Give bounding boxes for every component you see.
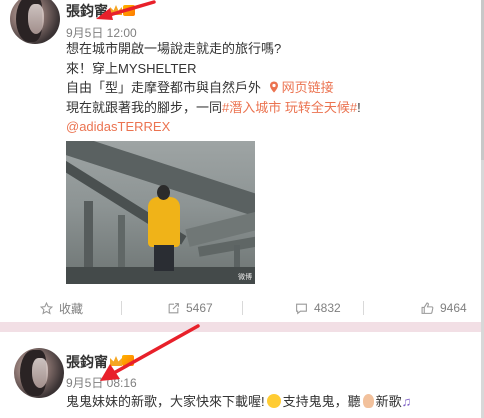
red-arrow-annotation xyxy=(100,324,200,381)
post-body: 鬼鬼妹妹的新歌，大家快來下載喔! 支持鬼鬼，聽 新歌♫ xyxy=(66,392,411,412)
action-divider xyxy=(242,301,243,315)
web-link[interactable]: 网页链接 xyxy=(265,80,334,95)
post-text: 鬼鬼妹妹的新歌，大家快來下載喔! xyxy=(66,394,265,409)
link-icon xyxy=(269,81,278,93)
weibo-post-2: 張鈞甯 9月5日 08:16 鬼鬼妹妹的新歌，大家快來下載喔! 支持鬼鬼，聽 新歌♫ xyxy=(0,324,484,418)
ear-emoji-icon xyxy=(362,394,374,408)
post-text: 支持鬼鬼，聽 xyxy=(282,394,361,409)
avatar[interactable] xyxy=(10,0,60,44)
red-arrow-annotation xyxy=(96,0,156,20)
share-icon xyxy=(168,302,179,313)
comment-count: 4832 xyxy=(314,301,341,315)
share-count: 5467 xyxy=(186,301,213,315)
post-image[interactable]: 微博 xyxy=(66,141,255,284)
post-text-line: 來！穿上MYSHELTER xyxy=(66,60,197,76)
action-divider xyxy=(363,301,364,315)
star-icon xyxy=(40,301,53,314)
action-bar: 收藏 5467 4832 9464 xyxy=(0,294,484,322)
post-text-line: 想在城市開啟一場說走就走的旅行嗎? xyxy=(66,41,282,56)
like-button[interactable]: 9464 xyxy=(421,294,467,322)
share-button[interactable]: 5467 xyxy=(167,294,213,322)
post-text-line: 自由「型」走摩登都市與自然戶外 网页链接 xyxy=(66,80,334,95)
music-note-icon: ♫ xyxy=(401,394,412,409)
avatar[interactable] xyxy=(14,348,64,398)
like-count: 9464 xyxy=(440,301,467,315)
favorite-label: 收藏 xyxy=(59,301,84,316)
feed-separator xyxy=(0,322,484,332)
image-watermark: 微博 xyxy=(238,274,252,281)
favorite-button[interactable]: 收藏 xyxy=(40,294,83,322)
post-text: 新歌 xyxy=(375,394,402,409)
comment-button[interactable]: 4832 xyxy=(295,294,341,322)
post-body: 想在城市開啟一場說走就走的旅行嗎? 來！穿上MYSHELTER 自由「型」走摩登… xyxy=(66,39,361,137)
hashtag-link[interactable]: #潛入城市 玩转全天候# xyxy=(222,100,357,115)
comment-icon xyxy=(296,303,307,315)
mention-link[interactable]: @adidasTERREX xyxy=(66,119,170,134)
thumbs-up-icon xyxy=(421,302,434,314)
post-text-line: 現在就跟著我的腳步，一同#潛入城市 玩转全天候#! xyxy=(66,99,361,115)
action-divider xyxy=(121,301,122,315)
grinning-emoji-icon xyxy=(266,394,281,408)
weibo-post-1: 張鈞甯 9月5日 12:00 想在城市開啟一場說走就走的旅行嗎? 來！穿上MYS… xyxy=(0,0,484,322)
